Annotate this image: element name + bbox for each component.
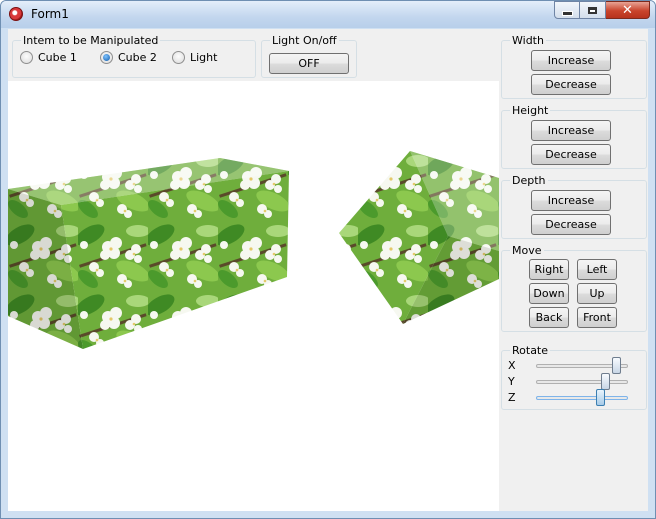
rotate-x-label: X [508,359,516,372]
height-groupbox: Height Increase Decrease [501,104,647,169]
scene-canvas [8,151,499,349]
height-group-title: Height [510,104,551,117]
move-front-button[interactable]: Front [577,307,617,328]
title-bar[interactable]: Form1 ✕ [1,1,655,28]
move-back-button[interactable]: Back [529,307,569,328]
window-title: Form1 [31,7,69,21]
light-toggle-button[interactable]: OFF [269,53,349,74]
rotate-y-track[interactable] [536,380,628,384]
manipulate-groupbox: Intem to be Manipulated Cube 1 Cube 2 Li… [12,34,256,78]
radio-cube-2-indicator[interactable] [100,51,113,64]
window-controls: ✕ [554,1,650,19]
rotate-z-track[interactable] [536,396,628,400]
width-groupbox: Width Increase Decrease [501,34,647,99]
rotate-y-thumb[interactable] [600,373,610,390]
maximize-button[interactable] [580,1,606,19]
move-group-title: Move [510,244,544,257]
close-icon: ✕ [622,2,633,18]
close-button[interactable]: ✕ [606,1,650,19]
light-group-title: Light On/off [270,34,339,47]
radio-cube-1-label: Cube 1 [38,51,77,64]
depth-groupbox: Depth Increase Decrease [501,174,647,239]
cube-2[interactable] [339,151,499,324]
move-left-button[interactable]: Left [577,259,617,280]
width-group-title: Width [510,34,546,47]
height-increase-button[interactable]: Increase [531,120,611,141]
width-increase-button[interactable]: Increase [531,50,611,71]
app-icon[interactable] [9,7,23,21]
radio-cube-1-indicator[interactable] [20,51,33,64]
depth-increase-button[interactable]: Increase [531,190,611,211]
radio-light[interactable]: Light [172,51,217,64]
rotate-y-label: Y [508,375,515,388]
main-window: Form1 ✕ Intem to be Manipulated Cube 1 C… [0,0,656,519]
rotate-z-label: Z [508,391,516,404]
manipulate-group-title: Intem to be Manipulated [21,34,161,47]
radio-light-label: Light [190,51,218,64]
move-groupbox: Move Right Left Down Up Back Front [501,244,647,332]
depth-decrease-button[interactable]: Decrease [531,214,611,235]
radio-cube-2-label: Cube 2 [118,51,157,64]
radio-light-indicator[interactable] [172,51,185,64]
3d-viewport[interactable] [8,81,499,511]
radio-cube-1[interactable]: Cube 1 [20,51,77,64]
rotate-z-thumb[interactable] [595,389,605,406]
move-right-button[interactable]: Right [529,259,569,280]
form-client-area: Intem to be Manipulated Cube 1 Cube 2 Li… [8,29,648,511]
radio-cube-2[interactable]: Cube 2 [100,51,157,64]
minimize-icon [561,10,573,16]
minimize-button[interactable] [554,1,580,19]
maximize-icon [588,6,597,14]
move-down-button[interactable]: Down [529,283,569,304]
depth-group-title: Depth [510,174,548,187]
rotate-group-title: Rotate [510,344,551,357]
rotate-groupbox: Rotate X Y Z [501,344,647,410]
width-decrease-button[interactable]: Decrease [531,74,611,95]
height-decrease-button[interactable]: Decrease [531,144,611,165]
cube-1[interactable] [8,158,289,349]
move-up-button[interactable]: Up [577,283,617,304]
light-groupbox: Light On/off OFF [261,34,357,78]
rotate-x-thumb[interactable] [612,357,622,374]
